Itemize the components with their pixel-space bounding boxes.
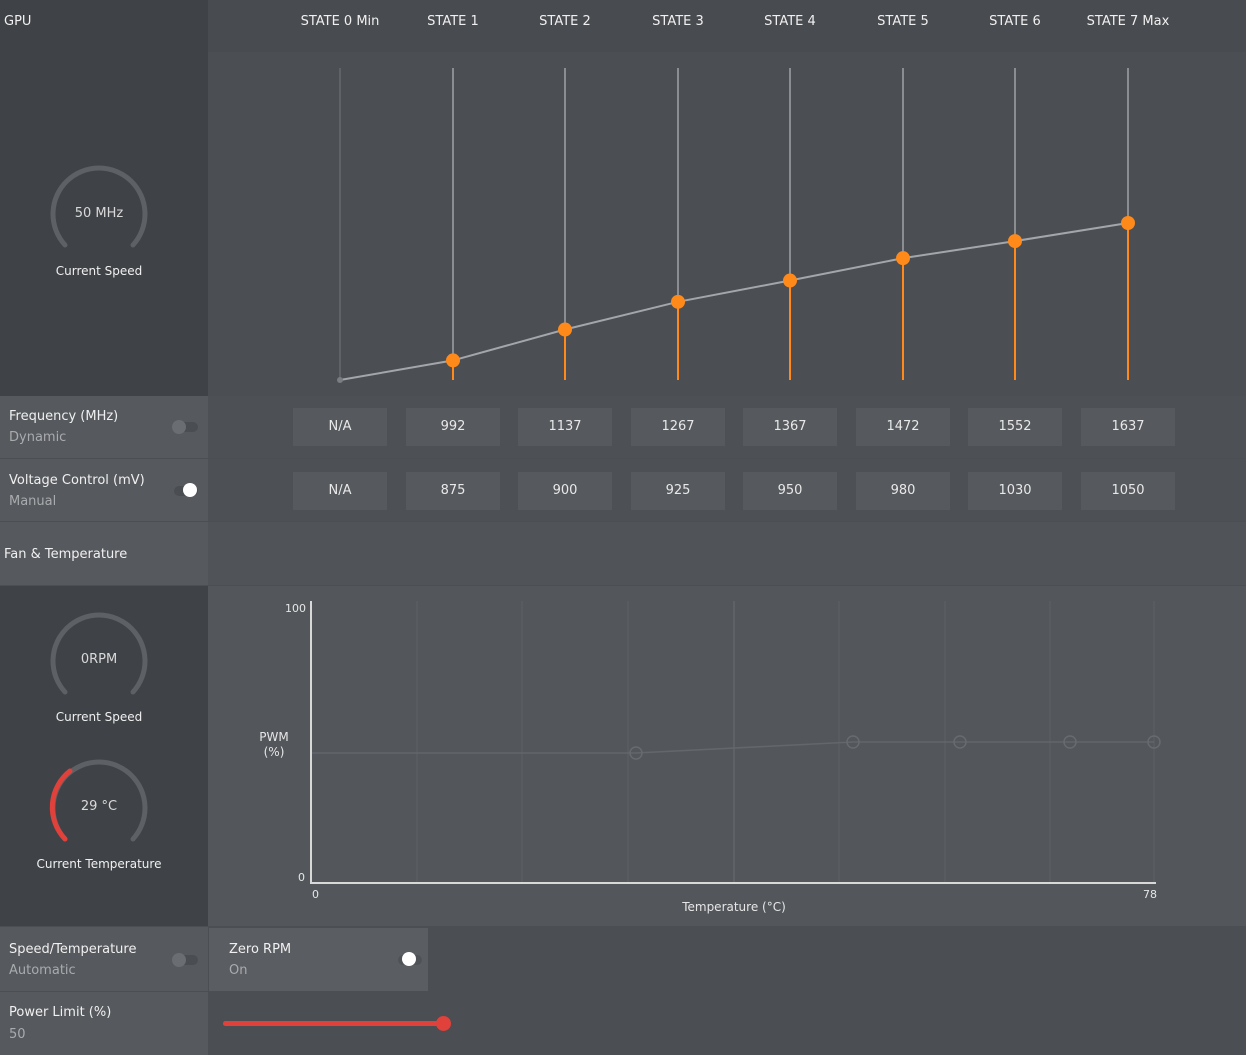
fan-curve-chart[interactable]	[208, 586, 1246, 926]
voltage-cell-3[interactable]: 925	[631, 472, 725, 510]
voltage-cell-6[interactable]: 1030	[968, 472, 1062, 510]
temperature-value: 29 °C	[80, 799, 118, 814]
frequency-cell-5[interactable]: 1472	[856, 408, 950, 446]
power-slider-fill	[223, 1021, 443, 1026]
voltage-cell-4[interactable]: 950	[743, 472, 837, 510]
voltage-cell-0[interactable]: N/A	[293, 472, 387, 510]
fan-chart-y-max: 100	[285, 602, 306, 615]
fan-speed-label: Current Speed	[55, 710, 143, 724]
frequency-mode: Dynamic	[9, 430, 67, 445]
state-header-7: STATE 7 Max	[1086, 14, 1170, 29]
zero-rpm-mode: On	[229, 963, 248, 978]
voltage-cell-2[interactable]: 900	[518, 472, 612, 510]
state-header-4: STATE 4	[764, 14, 816, 29]
frequency-cell-3[interactable]: 1267	[631, 408, 725, 446]
fan-header-bar	[208, 522, 1246, 585]
frequency-title: Frequency (MHz)	[9, 409, 119, 424]
speed-temp-title: Speed/Temperature	[9, 942, 137, 957]
state-point-3	[671, 294, 685, 309]
state-header-3: STATE 3	[652, 14, 704, 29]
state-point-5	[896, 251, 910, 266]
state-point-1	[446, 353, 460, 368]
frequency-cell-2[interactable]: 1137	[518, 408, 612, 446]
power-limit-value: 50	[9, 1027, 26, 1042]
gpu-section-title: GPU	[4, 14, 32, 29]
zero-rpm-title: Zero RPM	[229, 942, 292, 957]
state-header-6: STATE 6	[989, 14, 1041, 29]
state-header-5: STATE 5	[877, 14, 929, 29]
frequency-cell-1[interactable]: 992	[406, 408, 500, 446]
state-point-2	[558, 322, 572, 337]
gpu-speed-value: 50 MHz	[74, 206, 124, 221]
fan-chart-x-min: 0	[312, 888, 319, 901]
temperature-label: Current Temperature	[36, 857, 162, 871]
fan-speed-value: 0RPM	[80, 652, 118, 667]
fan-chart-y-min: 0	[298, 871, 305, 884]
state-point-4	[783, 273, 797, 288]
speed-temp-mode: Automatic	[9, 963, 76, 978]
power-limit-slider[interactable]	[223, 1015, 451, 1033]
frequency-cell-0[interactable]: N/A	[293, 408, 387, 446]
gpu-speed-label: Current Speed	[55, 264, 143, 278]
voltage-cell-7[interactable]: 1050	[1081, 472, 1175, 510]
zero-rpm-control	[209, 928, 428, 991]
state-point-0	[337, 377, 343, 383]
gpu-state-chart[interactable]	[208, 52, 1246, 396]
fan-chart-x-max: 78	[1143, 888, 1157, 901]
state-header-0: STATE 0 Min	[300, 14, 380, 29]
power-limit-title: Power Limit (%)	[9, 1005, 112, 1020]
frequency-cell-7[interactable]: 1637	[1081, 408, 1175, 446]
state-point-7	[1121, 216, 1135, 230]
frequency-cell-4[interactable]: 1367	[743, 408, 837, 446]
state-header-2: STATE 2	[539, 14, 591, 29]
fan-chart-ylabel: PWM (%)	[259, 730, 289, 759]
voltage-title: Voltage Control (mV)	[9, 473, 145, 488]
frequency-cell-6[interactable]: 1552	[968, 408, 1062, 446]
power-slider-handle[interactable]	[436, 1016, 451, 1031]
voltage-cell-5[interactable]: 980	[856, 472, 950, 510]
power-limit-control	[0, 992, 208, 1055]
voltage-mode: Manual	[9, 494, 57, 509]
voltage-cell-1[interactable]: 875	[406, 472, 500, 510]
state-point-6	[1008, 234, 1022, 249]
fan-section-title: Fan & Temperature	[4, 547, 128, 562]
fan-chart-xlabel: Temperature (°C)	[682, 900, 786, 914]
state-header-1: STATE 1	[427, 14, 479, 29]
